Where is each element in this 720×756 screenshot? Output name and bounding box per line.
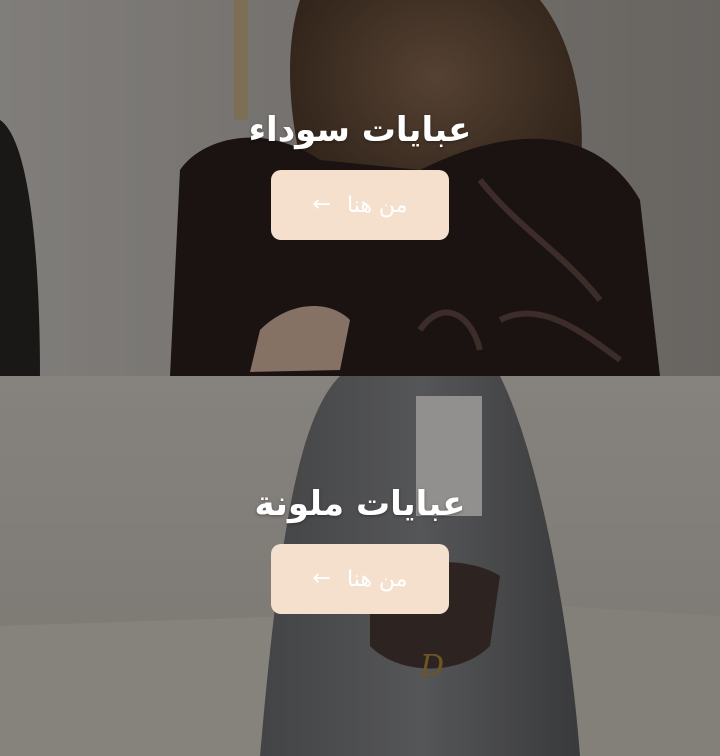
colored-abayas-banner[interactable]: D عبايات ملونة من هنا ← [0, 376, 720, 756]
banner-title: عبايات ملونة [254, 484, 466, 524]
banner-content: عبايات سوداء من هنا ← [0, 106, 720, 240]
shop-here-button[interactable]: من هنا ← [271, 170, 449, 240]
arrow-left-icon: ← [312, 192, 331, 217]
black-abayas-banner[interactable]: عبايات سوداء من هنا ← [0, 0, 720, 376]
banner-content: عبايات ملونة من هنا ← [0, 480, 720, 614]
shop-here-label: من هنا [346, 192, 408, 218]
shop-here-label: من هنا [346, 566, 408, 592]
banner-title: عبايات سوداء [248, 110, 472, 150]
shop-here-button[interactable]: من هنا ← [271, 544, 449, 614]
arrow-left-icon: ← [312, 566, 331, 591]
